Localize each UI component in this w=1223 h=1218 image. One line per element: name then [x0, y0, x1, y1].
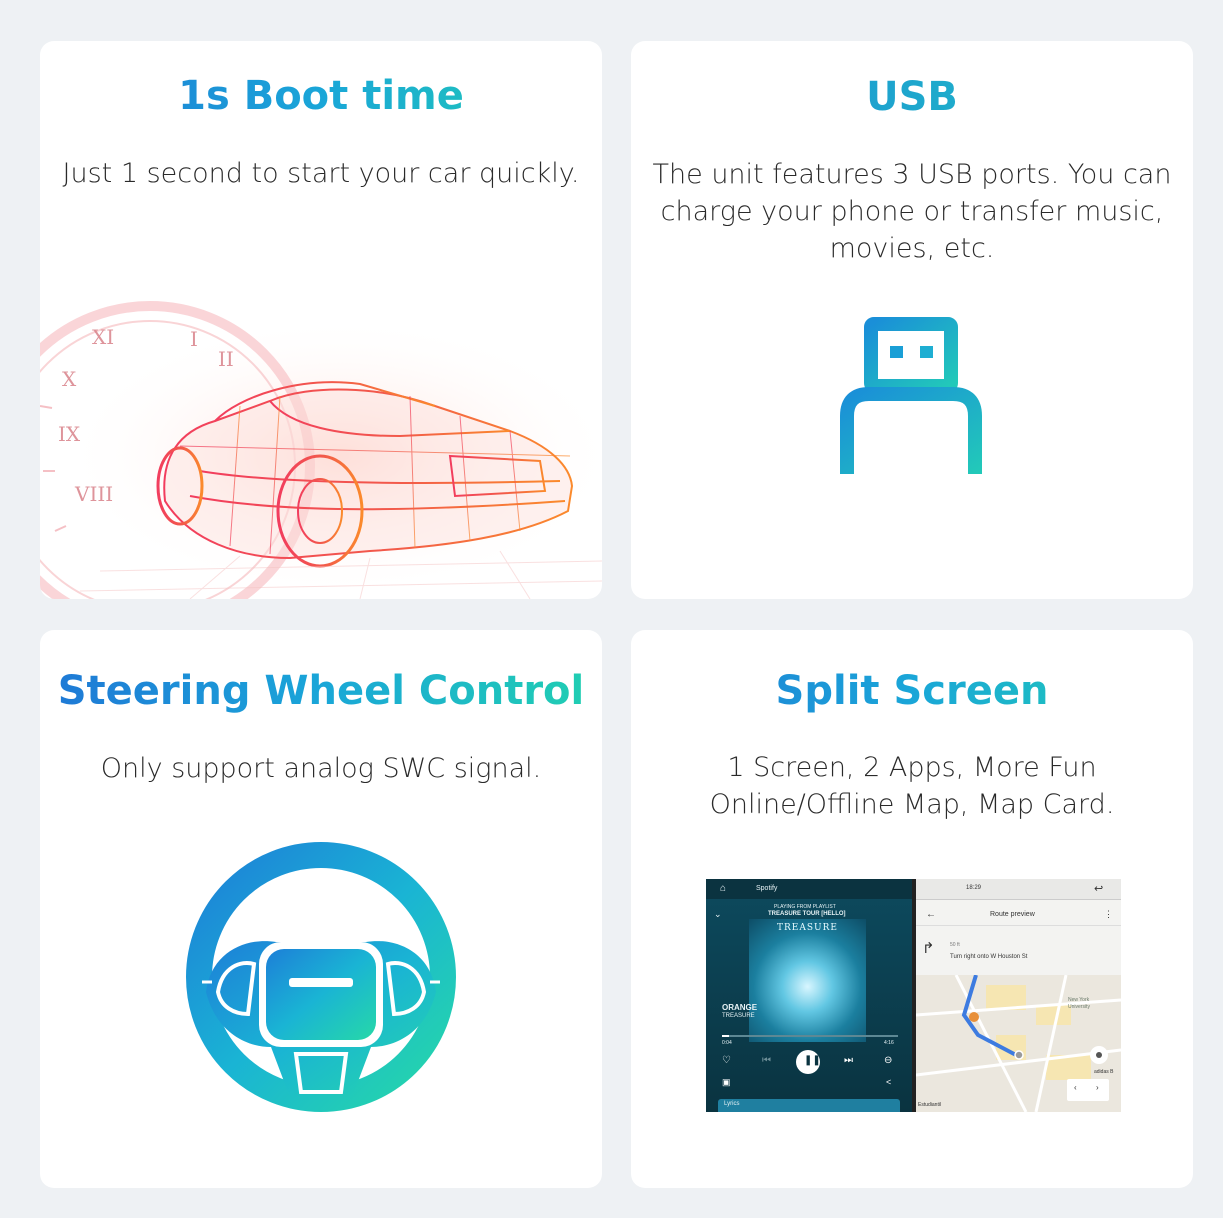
- back-icon[interactable]: ↩: [1094, 882, 1103, 895]
- pause-icon: ❚❚: [804, 1055, 821, 1066]
- artist-name: TREASURE: [722, 1013, 755, 1019]
- music-player-pane: ⌂ Spotify ⌄ PLAYING FROM PLAYLIST TREASU…: [706, 879, 912, 1112]
- status-time: 18:29: [966, 885, 982, 891]
- chevron-left-icon[interactable]: ‹: [1074, 1083, 1077, 1092]
- previous-icon[interactable]: ⏮: [762, 1055, 771, 1066]
- swc-desc-line: Only support analog SWC signal.: [100, 753, 542, 784]
- boot-time-desc: Just 1 second to start your car quickly.: [52, 155, 590, 192]
- playing-from: PLAYING FROM PLAYLIST: [774, 904, 836, 910]
- steering-wheel-card: Steering Wheel Control Only support anal…: [40, 630, 602, 1188]
- progress-bar[interactable]: [722, 1035, 898, 1037]
- usb-desc-line: The unit features 3 USB ports. You can: [652, 159, 1172, 190]
- boot-time-card: 1s Boot time Just 1 second to start your…: [40, 41, 602, 599]
- map-view[interactable]: New York University adidas B Estudiantil…: [915, 974, 1121, 1112]
- split-desc-line: 1 Screen, 2 Apps, More Fun: [727, 752, 1097, 783]
- minus-circle-icon[interactable]: ⊖: [884, 1055, 892, 1066]
- player-status-bar: [706, 879, 912, 899]
- svg-text:II: II: [218, 347, 234, 371]
- more-icon[interactable]: ⋮: [1104, 909, 1113, 920]
- distance: 50 ft: [950, 942, 960, 948]
- lyrics-panel[interactable]: Lyrics: [718, 1099, 900, 1112]
- usb-card: USB The unit features 3 USB ports. You c…: [631, 41, 1193, 599]
- usb-desc-line: movies, etc.: [829, 233, 995, 264]
- navigation-pane: 18:29 ↩ ← Route preview ⋮ ↱ 50 ft Turn r…: [915, 879, 1121, 1112]
- album-art-text: TREASURE: [777, 923, 838, 933]
- time-elapsed: 0:04: [722, 1040, 732, 1046]
- steering-wheel-title: Steering Wheel Control: [40, 668, 602, 714]
- split-screen-card: Split Screen 1 Screen, 2 Apps, More Fun …: [631, 630, 1193, 1188]
- boot-time-title: 1s Boot time: [40, 73, 602, 119]
- album-art: TREASURE: [749, 919, 866, 1042]
- svg-text:I: I: [190, 327, 198, 351]
- boot-desc-line: Just 1 second to start your car quickly.: [62, 158, 580, 189]
- svg-text:IX: IX: [58, 422, 81, 446]
- app-name: Spotify: [756, 885, 778, 892]
- instruction: Turn right onto W Houston St: [950, 954, 1028, 960]
- share-icon[interactable]: <: [886, 1077, 891, 1087]
- poi-label: adidas B: [1094, 1069, 1114, 1075]
- chevron-down-icon[interactable]: ⌄: [714, 909, 722, 920]
- chevron-right-icon[interactable]: ›: [1096, 1083, 1099, 1092]
- split-desc-line: Online/Offline Map, Map Card.: [709, 789, 1115, 820]
- split-screen-screenshot: ⌂ Spotify ⌄ PLAYING FROM PLAYLIST TREASU…: [706, 879, 1121, 1112]
- map-graphic: [915, 974, 1121, 1112]
- song-title: ORANGE: [722, 1003, 758, 1012]
- svg-text:X: X: [62, 367, 77, 391]
- lyrics-label: Lyrics: [724, 1101, 740, 1107]
- usb-title: USB: [631, 74, 1193, 120]
- steering-wheel-icon: [186, 842, 456, 1112]
- arrow-left-icon[interactable]: ←: [926, 909, 936, 920]
- devices-icon[interactable]: ▣: [722, 1077, 731, 1088]
- route-title: Route preview: [990, 911, 1035, 918]
- pause-button[interactable]: ❚❚: [796, 1050, 821, 1074]
- usb-desc: The unit features 3 USB ports. You can c…: [643, 156, 1181, 267]
- svg-text:XI: XI: [92, 325, 114, 349]
- time-total: 4:16: [884, 1040, 894, 1046]
- usb-icon: [840, 317, 982, 474]
- poi-label: Estudiantil: [918, 1102, 942, 1108]
- playlist-name: TREASURE TOUR [HELLO]: [768, 911, 846, 917]
- poi-label: University: [1068, 1004, 1090, 1010]
- next-icon[interactable]: ⏭: [844, 1055, 853, 1066]
- steering-wheel-desc: Only support analog SWC signal.: [52, 750, 590, 787]
- split-screen-title: Split Screen: [631, 668, 1193, 714]
- poi-label: New York: [1068, 997, 1090, 1003]
- heart-icon[interactable]: ♡: [722, 1055, 731, 1066]
- svg-text:VIII: VIII: [74, 482, 113, 506]
- nav-status-bar: [916, 879, 1121, 900]
- split-screen-desc: 1 Screen, 2 Apps, More Fun Online/Offlin…: [643, 749, 1181, 823]
- clock-car-illustration: I II XI X IX VIII: [40, 301, 602, 599]
- home-icon: ⌂: [720, 883, 727, 894]
- turn-right-icon: ↱: [922, 940, 935, 957]
- usb-desc-line: charge your phone or transfer music,: [660, 196, 1164, 227]
